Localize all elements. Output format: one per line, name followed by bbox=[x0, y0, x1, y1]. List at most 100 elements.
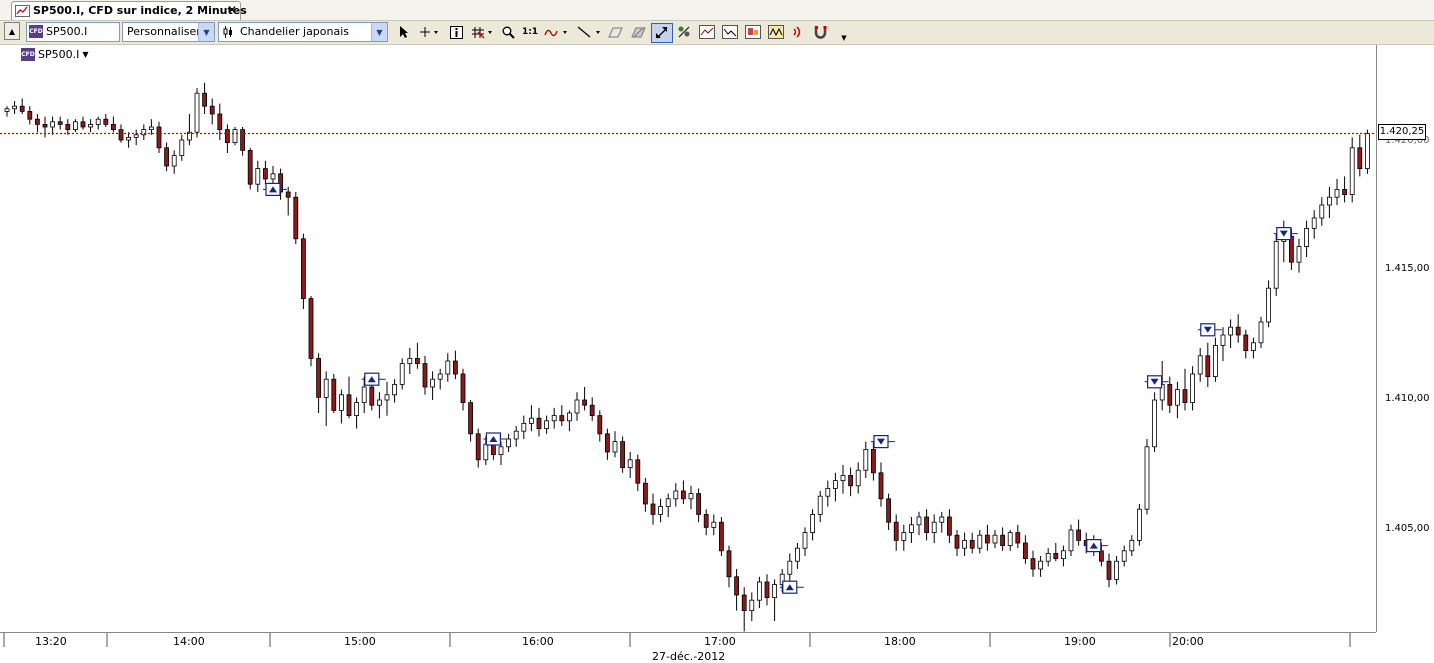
candle[interactable] bbox=[202, 82, 208, 114]
chart-plot-area[interactable] bbox=[0, 45, 1376, 632]
eraser-icon[interactable] bbox=[606, 23, 624, 41]
candle[interactable] bbox=[947, 509, 952, 543]
candle[interactable] bbox=[840, 465, 846, 494]
candle[interactable] bbox=[50, 116, 55, 135]
candle[interactable] bbox=[376, 392, 382, 419]
candle[interactable] bbox=[95, 116, 101, 130]
candle[interactable] bbox=[1228, 319, 1233, 348]
candle[interactable] bbox=[939, 511, 945, 533]
pointer-icon[interactable] bbox=[397, 23, 411, 41]
candle[interactable] bbox=[57, 116, 63, 130]
candle[interactable] bbox=[1273, 233, 1279, 296]
candle[interactable] bbox=[308, 296, 314, 367]
candle[interactable] bbox=[1129, 535, 1135, 556]
candle[interactable] bbox=[232, 127, 238, 146]
grid-icon[interactable] bbox=[470, 23, 494, 41]
candle[interactable] bbox=[726, 545, 732, 588]
candle[interactable] bbox=[833, 472, 838, 502]
candle[interactable] bbox=[148, 119, 154, 135]
candle[interactable] bbox=[673, 483, 679, 507]
candle[interactable] bbox=[460, 368, 466, 411]
candle[interactable] bbox=[878, 462, 884, 507]
candle[interactable] bbox=[559, 405, 565, 426]
candle[interactable] bbox=[1349, 137, 1355, 203]
candle[interactable] bbox=[855, 462, 861, 494]
candle[interactable] bbox=[1121, 545, 1127, 567]
candle[interactable] bbox=[848, 467, 853, 497]
candle[interactable] bbox=[1258, 316, 1264, 348]
sell-signal-icon[interactable] bbox=[1144, 375, 1169, 389]
candle[interactable] bbox=[42, 116, 48, 138]
candle[interactable] bbox=[19, 98, 25, 114]
candle[interactable] bbox=[916, 511, 922, 536]
compare-icon[interactable] bbox=[721, 23, 739, 41]
candle[interactable] bbox=[597, 410, 603, 442]
news-icon[interactable] bbox=[744, 23, 762, 41]
candle[interactable] bbox=[802, 527, 808, 556]
candle[interactable] bbox=[80, 116, 86, 130]
candlestick-chart[interactable] bbox=[0, 45, 1376, 632]
candle[interactable] bbox=[88, 119, 93, 133]
candle[interactable] bbox=[1114, 556, 1119, 585]
candle[interactable] bbox=[27, 106, 33, 125]
candle[interactable] bbox=[354, 397, 360, 429]
candle[interactable] bbox=[1342, 176, 1347, 203]
candle[interactable] bbox=[817, 491, 823, 523]
candle[interactable] bbox=[1144, 439, 1150, 515]
candle[interactable] bbox=[924, 509, 929, 541]
candle[interactable] bbox=[1038, 556, 1043, 577]
candle[interactable] bbox=[217, 103, 223, 140]
candle[interactable] bbox=[589, 397, 595, 421]
candle[interactable] bbox=[985, 524, 990, 551]
candle[interactable] bbox=[567, 410, 572, 432]
candle[interactable] bbox=[582, 387, 587, 411]
candle[interactable] bbox=[475, 428, 481, 468]
candle[interactable] bbox=[247, 147, 253, 190]
candle[interactable] bbox=[711, 514, 717, 536]
candle[interactable] bbox=[1030, 550, 1036, 577]
crosshair-icon[interactable] bbox=[418, 23, 440, 41]
candle[interactable] bbox=[1311, 210, 1317, 239]
candle[interactable] bbox=[1296, 238, 1302, 273]
candle[interactable] bbox=[240, 127, 246, 156]
candle[interactable] bbox=[1220, 327, 1226, 361]
candle[interactable] bbox=[931, 514, 937, 543]
candle[interactable] bbox=[764, 574, 770, 606]
autoscale-icon[interactable] bbox=[651, 23, 673, 43]
candle[interactable] bbox=[1235, 314, 1241, 343]
candle[interactable] bbox=[734, 569, 739, 611]
line-icon[interactable] bbox=[576, 23, 604, 41]
candle[interactable] bbox=[1190, 366, 1195, 411]
candle[interactable] bbox=[300, 233, 306, 309]
candle[interactable] bbox=[719, 517, 724, 556]
candle[interactable] bbox=[1015, 524, 1021, 549]
candle[interactable] bbox=[111, 116, 116, 133]
candle[interactable] bbox=[1281, 220, 1287, 263]
candle[interactable] bbox=[338, 389, 344, 424]
candle[interactable] bbox=[1076, 519, 1081, 546]
chevron-down-icon[interactable]: ▼ bbox=[82, 50, 88, 59]
candle[interactable] bbox=[741, 587, 747, 632]
candle[interactable] bbox=[605, 428, 610, 460]
candle[interactable] bbox=[962, 532, 967, 556]
candle[interactable] bbox=[194, 88, 200, 138]
candle[interactable] bbox=[141, 124, 147, 140]
buy-signal-icon[interactable] bbox=[779, 580, 804, 594]
candle[interactable] bbox=[1319, 197, 1325, 226]
candle[interactable] bbox=[1023, 535, 1028, 564]
candle[interactable] bbox=[658, 498, 663, 523]
candle[interactable] bbox=[1357, 134, 1363, 177]
buy-signal-icon[interactable] bbox=[483, 432, 508, 446]
candle[interactable] bbox=[73, 119, 78, 133]
candle[interactable] bbox=[430, 371, 436, 400]
candle[interactable] bbox=[901, 524, 907, 551]
candle[interactable] bbox=[650, 493, 656, 525]
candle[interactable] bbox=[954, 530, 960, 556]
candle[interactable] bbox=[164, 142, 170, 172]
candle[interactable] bbox=[293, 192, 299, 244]
candle[interactable] bbox=[179, 134, 185, 161]
candle[interactable] bbox=[1053, 543, 1059, 562]
candle[interactable] bbox=[1365, 129, 1370, 174]
candle[interactable] bbox=[1000, 527, 1005, 551]
candle[interactable] bbox=[1243, 329, 1249, 359]
